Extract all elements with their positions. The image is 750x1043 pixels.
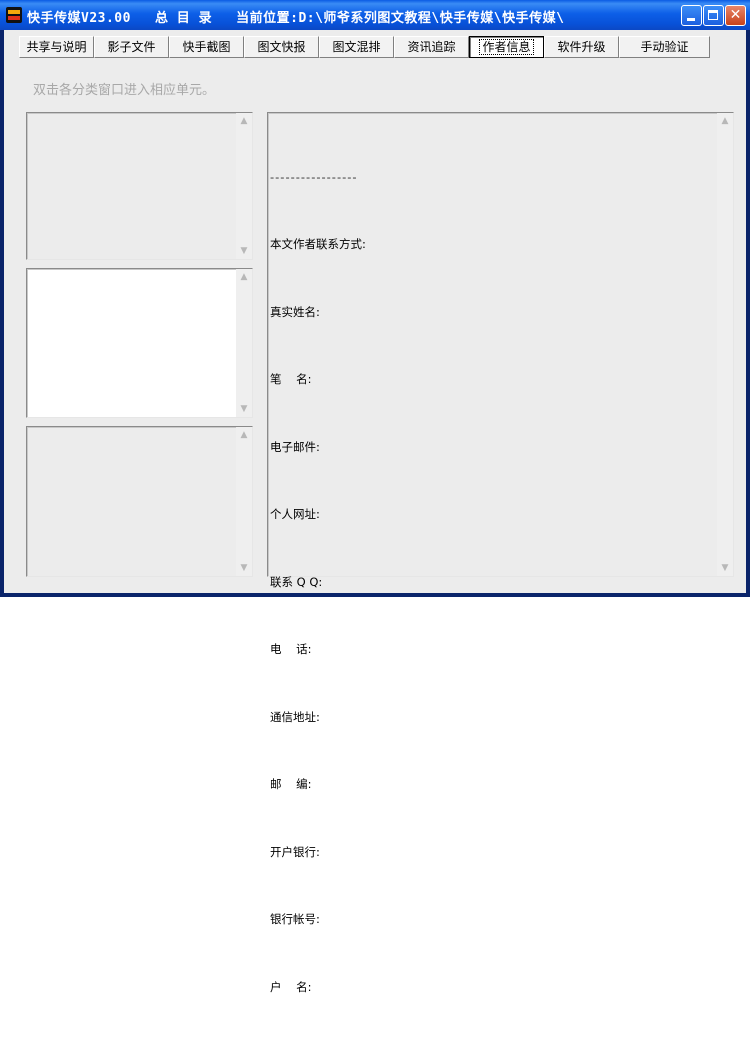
- tab-news-flash[interactable]: 图文快报: [244, 36, 319, 58]
- section-title: 总 目 录: [154, 11, 213, 26]
- field-website: 个人网址:: [270, 507, 320, 521]
- contact-heading: 本文作者联系方式:: [270, 237, 366, 251]
- tab-share-intro[interactable]: 共享与说明: [19, 36, 94, 58]
- maximize-icon: [708, 10, 718, 20]
- scroll-up-icon[interactable]: ▲: [237, 114, 251, 128]
- scrollbar[interactable]: ▲ ▼: [236, 113, 252, 259]
- tab-software-upgrade[interactable]: 软件升级: [544, 36, 619, 58]
- tab-mixed-layout[interactable]: 图文混排: [319, 36, 394, 58]
- field-qq: 联系 Q Q:: [270, 574, 323, 589]
- main-window: 快手传媒V23.00 总 目 录 当前位置:D:\师爷系列图文教程\快手传媒\快手传…: [0, 0, 750, 994]
- field-real-name: 真实姓名:: [270, 304, 320, 319]
- location-path: D:\师爷系列图文教程\快手传媒\快手传媒\: [298, 11, 565, 26]
- hint-text: 双击各分类窗口进入相应单元。: [33, 83, 216, 98]
- author-info-text: ----------------- 本文作者联系方式: 真实姓名: 笔 名: 电…: [270, 121, 710, 1043]
- category-list-3[interactable]: ▲ ▼: [26, 426, 253, 577]
- field-email: 电子邮件:: [270, 439, 320, 454]
- category-list-2[interactable]: ▲ ▼: [26, 268, 253, 418]
- tab-manual-verify[interactable]: 手动验证: [619, 36, 710, 58]
- tab-bar: 共享与说明 影子文件 快手截图 图文快报 图文混排 资讯追踪 作者信息 软件升级…: [19, 36, 735, 58]
- close-icon: ✕: [729, 7, 742, 23]
- maximize-button[interactable]: [703, 5, 724, 26]
- location-label: 当前位置:: [236, 11, 299, 26]
- title-bar[interactable]: 快手传媒V23.00 总 目 录 当前位置:D:\师爷系列图文教程\快手传媒\快手传…: [0, 0, 750, 30]
- field-bank: 开户银行:: [270, 844, 320, 859]
- scroll-down-icon[interactable]: ▼: [237, 402, 251, 416]
- app-title: 快手传媒V23.00: [27, 11, 131, 26]
- minimize-button[interactable]: [681, 5, 702, 26]
- tab-quick-screenshot[interactable]: 快手截图: [169, 36, 244, 58]
- close-button[interactable]: ✕: [725, 5, 746, 26]
- field-phone: 电 话:: [270, 642, 312, 656]
- field-address: 通信地址:: [270, 709, 320, 724]
- minimize-icon: [687, 18, 695, 21]
- field-account: 银行帐号:: [270, 912, 320, 926]
- divider-line: -----------------: [270, 170, 358, 184]
- category-list-1[interactable]: ▲ ▼: [26, 112, 253, 260]
- content-textarea[interactable]: ----------------- 本文作者联系方式: 真实姓名: 笔 名: 电…: [267, 112, 734, 994]
- tab-shadow-files[interactable]: 影子文件: [94, 36, 169, 58]
- tab-news-tracking[interactable]: 资讯追踪: [394, 36, 469, 58]
- field-postcode: 邮 编:: [270, 777, 312, 791]
- window-title: 快手传媒V23.00 总 目 录 当前位置:D:\师爷系列图文教程\快手传媒\快手传…: [27, 7, 564, 26]
- scroll-down-icon[interactable]: ▼: [718, 561, 732, 575]
- scroll-up-icon[interactable]: ▲: [718, 114, 732, 128]
- scrollbar[interactable]: ▲ ▼: [236, 269, 252, 417]
- client-area: 共享与说明 影子文件 快手截图 图文快报 图文混排 资讯追踪 作者信息 软件升级…: [4, 30, 746, 994]
- app-logo-icon[interactable]: [6, 7, 22, 23]
- field-pen-name: 笔 名:: [270, 372, 312, 386]
- scrollbar[interactable]: ▲ ▼: [236, 427, 252, 576]
- scroll-up-icon[interactable]: ▲: [237, 428, 251, 442]
- scroll-up-icon[interactable]: ▲: [237, 270, 251, 284]
- scrollbar[interactable]: ▲ ▼: [717, 113, 733, 576]
- scroll-down-icon[interactable]: ▼: [237, 561, 251, 575]
- scroll-down-icon[interactable]: ▼: [237, 244, 251, 258]
- tab-author-info[interactable]: 作者信息: [469, 36, 544, 58]
- field-account-name: 户 名:: [270, 979, 312, 994]
